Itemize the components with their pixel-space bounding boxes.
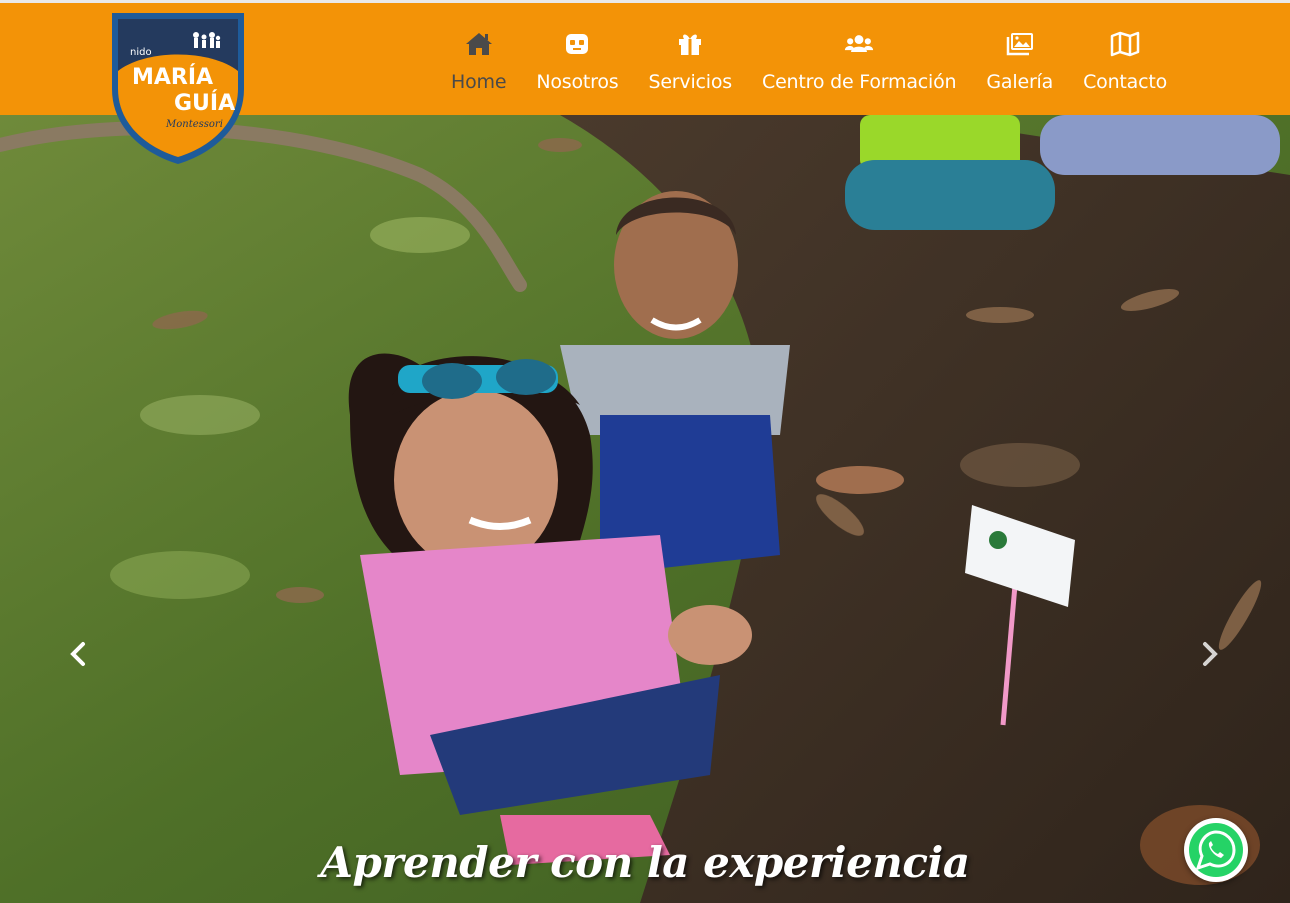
nav-item-home[interactable]: Home bbox=[436, 3, 521, 115]
main-nav: Home Nosotros Servicios Centro de Formac… bbox=[436, 3, 1182, 115]
whatsapp-button[interactable] bbox=[1184, 818, 1248, 882]
hero-caption: Aprender con la experiencia bbox=[320, 838, 970, 887]
gift-icon bbox=[675, 31, 705, 57]
map-icon bbox=[1110, 31, 1140, 57]
slider-next-arrow[interactable] bbox=[1198, 640, 1222, 668]
chevron-right-icon bbox=[1203, 642, 1218, 666]
chevron-left-icon bbox=[70, 642, 85, 666]
nav-label-galeria: Galería bbox=[986, 71, 1054, 93]
whatsapp-icon bbox=[1189, 823, 1243, 877]
slider-prev-arrow[interactable] bbox=[66, 640, 90, 668]
logo-name-line2: GUÍA bbox=[174, 90, 235, 116]
users-icon bbox=[844, 31, 874, 57]
robot-face-icon bbox=[562, 31, 592, 57]
logo-name-line1: MARÍA bbox=[132, 64, 213, 90]
hero-photo bbox=[0, 115, 1290, 903]
nav-item-nosotros[interactable]: Nosotros bbox=[521, 3, 633, 115]
logo-small-text: nido bbox=[130, 47, 152, 58]
nav-label-home: Home bbox=[451, 71, 507, 93]
nav-label-servicios: Servicios bbox=[648, 71, 732, 93]
nav-item-servicios[interactable]: Servicios bbox=[633, 3, 747, 115]
nav-item-contacto[interactable]: Contacto bbox=[1068, 3, 1182, 115]
home-icon bbox=[464, 31, 494, 57]
nav-item-galeria[interactable]: Galería bbox=[971, 3, 1068, 115]
hero-slider bbox=[0, 115, 1290, 903]
nav-item-centro-de-formacion[interactable]: Centro de Formación bbox=[747, 3, 971, 115]
images-icon bbox=[1005, 31, 1035, 57]
nav-label-nosotros: Nosotros bbox=[536, 71, 619, 93]
nav-label-contacto: Contacto bbox=[1083, 71, 1168, 93]
nav-label-centro-de-formacion: Centro de Formación bbox=[762, 71, 957, 93]
site-logo[interactable]: nido MARÍA GUÍA Montessori bbox=[106, 9, 250, 167]
logo-tagline: Montessori bbox=[165, 119, 223, 130]
